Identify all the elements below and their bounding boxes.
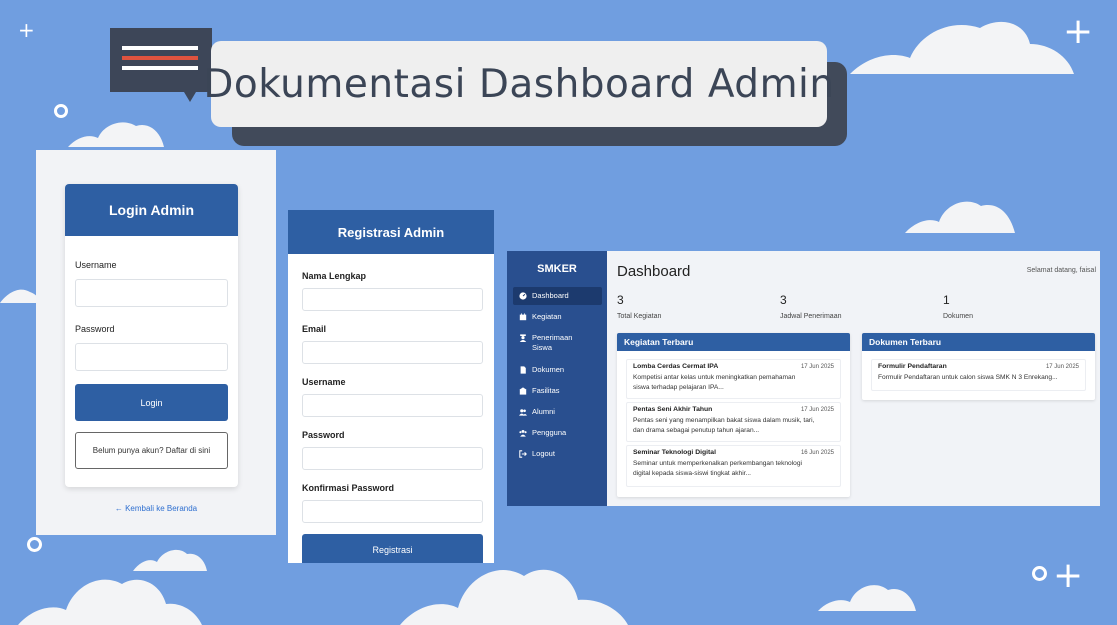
cloud-top-right [850, 14, 1075, 76]
item-desc: Pentas seni yang menampilkan bakat siswa… [633, 417, 815, 435]
sidebar-item-dashboard[interactable]: Dashboard [513, 287, 602, 305]
stat-value: 3 [617, 293, 624, 307]
register-title: Registrasi Admin [288, 210, 494, 254]
fullname-input[interactable] [302, 288, 483, 311]
card-title: Dokumen Terbaru [862, 333, 1095, 351]
stat-label: Total Kegiatan [617, 313, 662, 320]
calendar-icon [519, 313, 527, 321]
sparkle-plus-icon: + [1063, 11, 1094, 52]
sidebar-item-label: Logout [532, 449, 555, 458]
user-group-icon [519, 429, 527, 437]
password-input[interactable] [75, 343, 228, 371]
stat-label: Jadwal Penerimaan [780, 313, 842, 320]
sparkle-plus-icon: + [18, 18, 35, 42]
sidebar-item-label: Dokumen [532, 365, 565, 374]
register-button[interactable]: Registrasi [302, 534, 483, 563]
stat-label: Dokumen [943, 313, 973, 320]
sidebar-item-logout[interactable]: Logout [513, 445, 602, 463]
ring-icon [54, 104, 68, 118]
password-input[interactable] [302, 447, 483, 470]
title-banner: Dokumentasi Dashboard Admin [203, 41, 834, 127]
cloud-bottom-center [400, 558, 630, 625]
building-icon [519, 387, 527, 395]
dashboard-screenshot: SMKER Dashboard Kegiatan Penerimaan Sisw… [507, 251, 1100, 506]
register-screenshot: Registrasi Admin Nama Lengkap Email User… [288, 210, 494, 563]
sidebar-item-label: Fasilitas [532, 386, 560, 395]
card-title: Kegiatan Terbaru [617, 333, 850, 351]
cloud-left-mid [68, 118, 168, 148]
list-item[interactable]: Pentas Seni Akhir Tahun 17 Jun 2025 Pent… [626, 402, 841, 442]
confirm-password-input[interactable] [302, 500, 483, 523]
file-icon [520, 366, 526, 374]
sidebar-brand: SMKER [537, 263, 577, 275]
ring-icon [1032, 566, 1047, 581]
page-title: Dokumentasi Dashboard Admin [203, 61, 835, 107]
back-to-home-link[interactable]: ← Kembali ke Beranda [36, 504, 276, 513]
sidebar-item-pengguna[interactable]: Pengguna [513, 424, 602, 442]
sidebar-item-label: Alumni [532, 407, 555, 416]
email-label: Email [302, 324, 327, 334]
dokumen-card: Dokumen Terbaru Formulir Pendaftaran 17 … [862, 333, 1095, 400]
cloud-left-edge [0, 282, 40, 304]
sidebar-item-label: Penerimaan Siswa [532, 333, 573, 352]
stat-value: 3 [780, 293, 787, 307]
username-label: Username [75, 260, 117, 270]
password-label: Password [302, 430, 345, 440]
fullname-label: Nama Lengkap [302, 271, 367, 281]
welcome-text: Selamat datang, faisal [1026, 267, 1096, 274]
stat-value: 1 [943, 293, 950, 307]
login-card: Login Admin Username Password Login Belu… [65, 184, 238, 487]
sidebar-item-kegiatan[interactable]: Kegiatan [513, 308, 602, 326]
login-title: Login Admin [65, 184, 238, 236]
confirm-password-label: Konfirmasi Password [302, 483, 395, 493]
username-input[interactable] [75, 279, 228, 307]
users-icon [519, 409, 527, 416]
logout-icon [519, 450, 527, 458]
list-item[interactable]: Lomba Cerdas Cermat IPA 17 Jun 2025 Komp… [626, 359, 841, 399]
item-desc: Formulir Pendaftaran untuk calon siswa S… [878, 374, 1058, 381]
ring-icon [27, 537, 42, 552]
username-label: Username [302, 377, 346, 387]
login-button[interactable]: Login [75, 384, 228, 421]
sidebar-item-label: Dashboard [532, 291, 569, 300]
cloud-bottom-left [18, 568, 203, 625]
sidebar-item-penerimaan[interactable]: Penerimaan Siswa [513, 329, 602, 357]
item-date: 17 Jun 2025 [1045, 364, 1079, 370]
chat-bubble-icon [110, 28, 212, 102]
dashboard-title: Dashboard [617, 263, 691, 280]
username-input[interactable] [302, 394, 483, 417]
sidebar: SMKER Dashboard Kegiatan Penerimaan Sisw… [507, 251, 607, 506]
sidebar-item-dokumen[interactable]: Dokumen [513, 361, 602, 379]
email-input[interactable] [302, 341, 483, 364]
sidebar-item-alumni[interactable]: Alumni [513, 403, 602, 421]
item-date: 17 Jun 2025 [800, 407, 834, 413]
item-date: 17 Jun 2025 [800, 364, 834, 370]
item-desc: Kompetisi antar kelas untuk meningkatkan… [633, 374, 796, 392]
password-label: Password [75, 324, 115, 334]
sidebar-item-fasilitas[interactable]: Fasilitas [513, 382, 602, 400]
kegiatan-card: Kegiatan Terbaru Lomba Cerdas Cermat IPA… [617, 333, 850, 497]
sidebar-item-label: Pengguna [532, 428, 567, 437]
item-date: 16 Jun 2025 [800, 450, 834, 456]
list-item[interactable]: Formulir Pendaftaran 17 Jun 2025 Formuli… [871, 359, 1086, 391]
user-graduate-icon [519, 334, 527, 342]
gauge-icon [519, 292, 527, 300]
login-screenshot: Login Admin Username Password Login Belu… [36, 150, 276, 535]
cloud-right-mid [905, 196, 1025, 234]
list-item[interactable]: Seminar Teknologi Digital 16 Jun 2025 Se… [626, 445, 841, 487]
register-link-button[interactable]: Belum punya akun? Daftar di sini [75, 432, 228, 469]
cloud-bottom-small [133, 546, 208, 572]
item-desc: Seminar untuk memperkenalkan perkembanga… [633, 460, 802, 478]
cloud-bottom-right [818, 580, 918, 612]
sparkle-plus-icon: + [1053, 555, 1084, 596]
sidebar-item-label: Kegiatan [532, 312, 562, 321]
